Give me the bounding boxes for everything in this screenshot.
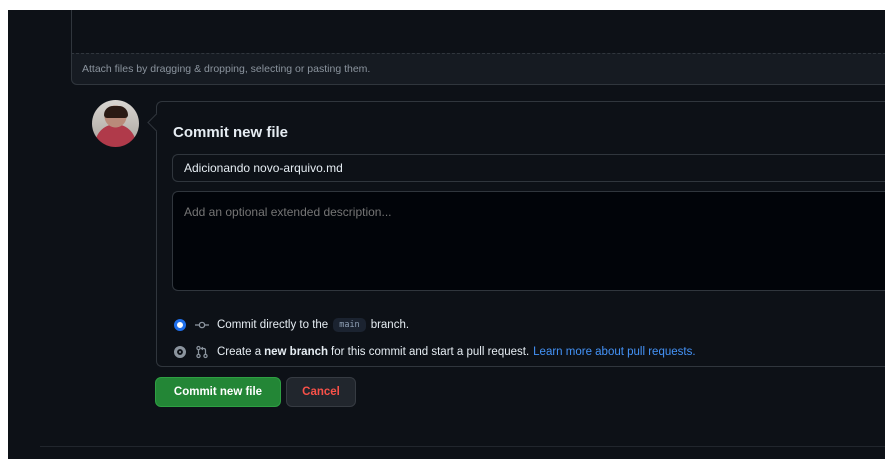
learn-more-pull-requests-link[interactable]: Learn more about pull requests. [533,346,695,358]
radio-commit-direct[interactable] [174,319,186,331]
commit-summary-input[interactable] [172,154,885,182]
commit-new-file-button[interactable]: Commit new file [155,377,281,407]
file-editor-area[interactable] [71,10,885,53]
option-direct-suffix: branch. [370,319,410,331]
branch-name-badge: main [333,318,366,332]
radio-new-branch[interactable] [174,346,186,358]
git-commit-icon [195,321,209,329]
attach-hint: Attach files by dragging & dropping, sel… [82,63,371,75]
option-new-prefix: Create a [217,346,262,358]
commit-description-input[interactable] [172,191,885,291]
option-new-bold: new branch [264,346,329,358]
option-new-branch[interactable]: Create a new branch for this commit and … [174,343,696,361]
cancel-button[interactable]: Cancel [286,377,356,407]
footer-divider [40,446,885,447]
commit-title: Commit new file [173,124,289,141]
attach-files-bar[interactable]: Attach files by dragging & dropping, sel… [71,53,885,85]
commit-screen: Attach files by dragging & dropping, sel… [8,10,885,459]
avatar-hair [104,106,128,118]
option-direct-prefix: Commit directly to the [217,319,329,331]
avatar [92,100,139,147]
commit-box: Commit new file Commit directly to the m… [156,101,885,367]
option-commit-direct[interactable]: Commit directly to the main branch. [174,316,409,334]
option-new-suffix: for this commit and start a pull request… [331,346,530,358]
git-pull-request-icon [196,345,208,359]
